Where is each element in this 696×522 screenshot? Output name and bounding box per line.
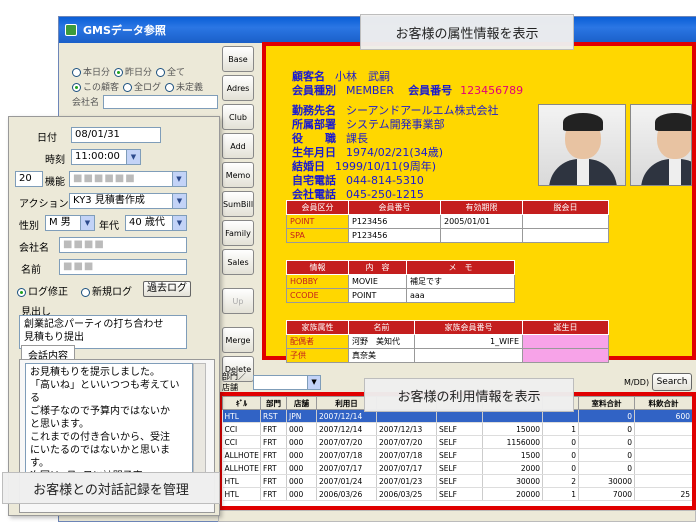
- age-label: 年代: [99, 221, 119, 232]
- table-row[interactable]: ALLHOTE FRT 000 2007/07/18 2007/07/18 SELF 150…: [222, 448, 692, 462]
- date-filter-row: 本日分 昨日分 全て: [72, 64, 218, 79]
- base-button[interactable]: Base: [222, 46, 254, 72]
- filter-this-customer[interactable]: この顧客: [72, 80, 119, 93]
- window-title: GMSデータ参照: [83, 24, 166, 37]
- type-field: 会員種別 MEMBER 会員番号 123456789: [292, 84, 524, 97]
- log-filter: 本日分 昨日分 全て この顧客 全ログ 未定義 会社名: [72, 64, 218, 109]
- company-input[interactable]: ■■■■: [59, 237, 187, 253]
- merge-button[interactable]: Merge: [222, 327, 254, 353]
- gender-select[interactable]: M 男 ▼: [45, 215, 95, 231]
- date-format-hint: M/DD): [624, 377, 650, 387]
- function-label: 機能: [45, 177, 65, 188]
- name-label: 名前: [21, 265, 41, 276]
- time-label: 時刻: [45, 155, 65, 166]
- table-row[interactable]: 子供 真奈美: [286, 348, 609, 363]
- conversation-callout: お客様との対話記録を管理: [2, 472, 220, 504]
- filter-all-logs[interactable]: 全ログ: [123, 80, 161, 93]
- table-row[interactable]: ALLHOTE FRT 000 2007/07/17 2007/07/17 SELF 200…: [222, 461, 692, 475]
- info-table: 情報 内 容 メ モ HOBBY MOVIE 補足です CCODE POINT aaa: [286, 260, 515, 303]
- table-row[interactable]: 配偶者 河野 美知代 1_WIFE: [286, 334, 609, 349]
- company-filter-row: 会社名: [72, 94, 218, 109]
- filter-all[interactable]: 全て: [156, 65, 185, 78]
- radio-icon: [72, 83, 81, 92]
- add-button[interactable]: Add: [222, 133, 254, 159]
- time-select[interactable]: 11:00:00 ▼: [71, 149, 141, 165]
- department-select[interactable]: ▼: [253, 374, 322, 390]
- conversation-log-panel: 日付 08/01/31 時刻 11:00:00 ▼ 20 機能 ■■■■■■ ▼ ア…: [8, 116, 220, 516]
- column-header[interactable]: 料飲合計: [634, 396, 692, 410]
- attributes-callout: お客様の属性情報を表示: [360, 14, 574, 50]
- column-header[interactable]: 室料合計: [578, 396, 635, 410]
- membership-table: 会員区分 会員番号 有効期限 脱会日 POINT P123456 2005/01/0…: [286, 200, 609, 243]
- customer-photo: [538, 104, 626, 186]
- member-number-value: 123456789: [460, 84, 524, 97]
- chevron-down-icon: ▼: [80, 216, 94, 230]
- column-header[interactable]: 部門: [260, 396, 287, 410]
- action-select[interactable]: KY3 見積書作成 ▼: [69, 193, 187, 209]
- usage-callout: お客様の利用情報を表示: [364, 378, 574, 412]
- chevron-down-icon: ▼: [126, 150, 140, 164]
- gender-label: 性別: [19, 221, 39, 232]
- memo-scrollbar[interactable]: [193, 363, 206, 473]
- heading-input[interactable]: 創業記念パーティの打ち合わせ 見積もり提出: [19, 315, 187, 349]
- memo-button[interactable]: Memo: [222, 162, 254, 188]
- conversation-memo[interactable]: お見積もりを提示しました。 「高いね」といいつつも考えている ご様子なので予算内…: [25, 363, 193, 473]
- club-button[interactable]: Club: [222, 104, 254, 130]
- table-row[interactable]: POINT P123456 2005/01/01: [286, 214, 609, 229]
- filter-today[interactable]: 本日分: [72, 65, 110, 78]
- age-select[interactable]: 40 歳代 ▼: [125, 215, 187, 231]
- function-select[interactable]: ■■■■■■ ▼: [69, 171, 187, 187]
- table-row[interactable]: SPA P123456: [286, 228, 609, 243]
- radio-icon: [114, 68, 124, 77]
- table-row[interactable]: HOBBY MOVIE 補足です: [286, 274, 515, 289]
- table-row[interactable]: HTL FRT 000 2007/01/24 2007/01/23 SELF 30000 2 3…: [222, 474, 692, 488]
- family-button[interactable]: Family: [222, 220, 254, 246]
- date-input[interactable]: 08/01/31: [71, 127, 161, 143]
- company-label: 会社名: [19, 243, 49, 254]
- radio-icon: [165, 83, 175, 92]
- action-label: アクション: [19, 199, 69, 210]
- chevron-down-icon: ▼: [172, 172, 186, 186]
- column-header[interactable]: 店舗: [286, 396, 317, 410]
- filter-yesterday[interactable]: 昨日分: [114, 65, 152, 78]
- chevron-down-icon: ▼: [172, 216, 186, 230]
- column-header[interactable]: ｷﾞﾙ: [222, 396, 261, 410]
- sales-button[interactable]: Sales: [222, 249, 254, 275]
- company-filter-label: 会社名: [72, 98, 100, 108]
- company-filter-input[interactable]: [103, 94, 218, 109]
- customer-detail-panel: 顧客名 小林 武嗣 会員種別 MEMBER 会員番号 123456789 勤務先名 シーア…: [262, 42, 696, 363]
- customer-filter-row: この顧客 全ログ 未定義: [72, 79, 218, 94]
- radio-icon: [72, 68, 81, 77]
- table-row[interactable]: CCI FRT 000 2007/12/14 2007/12/13 SELF 15000 1 0: [222, 422, 692, 436]
- address-button[interactable]: Adres: [222, 75, 254, 101]
- up-button[interactable]: Up: [222, 288, 254, 314]
- function-number-input[interactable]: 20: [15, 171, 43, 187]
- mode-modify-radio[interactable]: ログ修正: [17, 283, 68, 298]
- app-icon: [65, 24, 77, 36]
- date-label: 日付: [37, 133, 57, 144]
- table-row[interactable]: CCODE POINT aaa: [286, 288, 515, 303]
- action-button-column: Base Adres Club Add Memo SumBill Family …: [222, 46, 256, 385]
- table-row[interactable]: HTL FRT 000 2006/03/26 2006/03/25 SELF 20000 1 7…: [222, 487, 692, 501]
- family-photo: [630, 104, 692, 186]
- name-input[interactable]: ■■■: [59, 259, 187, 275]
- radio-icon: [123, 83, 133, 92]
- family-table: 家族属性 名前 家族会員番号 誕生日 配偶者 河野 美知代 1_WIFE 子供 真奈美: [286, 320, 609, 363]
- mode-new-radio[interactable]: 新規ログ: [81, 283, 132, 298]
- filter-undefined[interactable]: 未定義: [165, 80, 203, 93]
- table-row[interactable]: CCI FRT 000 2007/07/20 2007/07/20 SELF 1156000…: [222, 435, 692, 449]
- radio-icon: [81, 287, 90, 297]
- chevron-down-icon: ▼: [307, 375, 321, 389]
- past-log-button[interactable]: 過去ログ: [143, 281, 191, 297]
- sumbill-button[interactable]: SumBill: [222, 191, 254, 217]
- radio-icon: [17, 287, 26, 297]
- chevron-down-icon: ▼: [172, 194, 186, 208]
- usage-horizontal-scrollbar[interactable]: [218, 510, 696, 522]
- search-button[interactable]: Search: [652, 373, 692, 391]
- radio-icon: [156, 68, 166, 77]
- department-filter-label: 部門／店舗: [222, 372, 246, 392]
